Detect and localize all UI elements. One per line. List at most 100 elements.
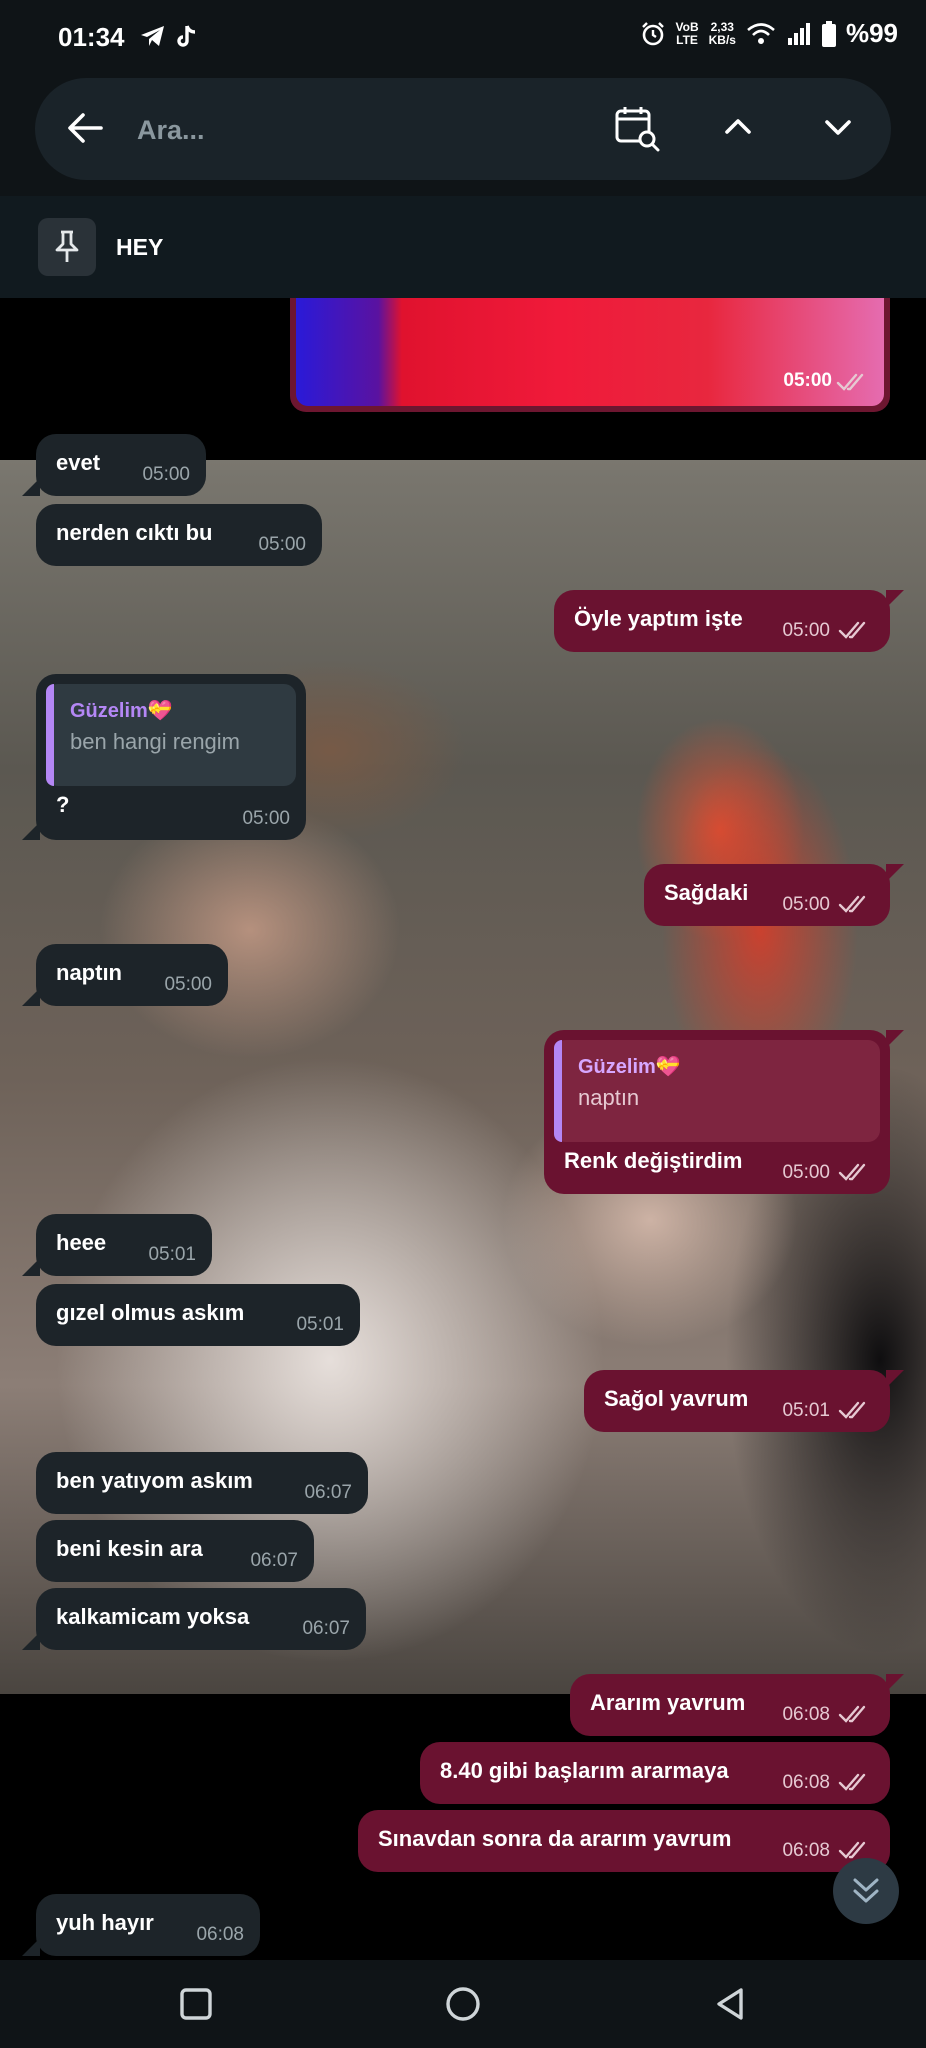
message-text: Sağol yavrum xyxy=(604,1386,749,1411)
message-bubble-incoming[interactable]: naptın 05:00 xyxy=(22,944,228,1006)
reply-quote[interactable]: Güzelim💝 ben hangi rengim xyxy=(46,684,296,786)
message-time: 05:00 xyxy=(782,620,830,641)
search-header xyxy=(0,76,926,196)
pinned-message-text: HEY xyxy=(116,234,164,260)
search-input[interactable] xyxy=(135,106,539,154)
message-bubble-incoming[interactable]: ben yatıyom askım 06:07 xyxy=(36,1452,368,1514)
message-text: ? xyxy=(56,792,70,817)
message-bubble-outgoing[interactable]: Sağdaki 05:00 xyxy=(644,864,904,926)
message-time: 05:00 xyxy=(782,894,830,915)
message-bubble-outgoing-reply[interactable]: Güzelim💝 naptın Renk değiştirdim 05:00 xyxy=(544,1030,904,1194)
double-check-icon xyxy=(838,1705,866,1723)
pin-icon xyxy=(55,230,79,262)
tiktok-icon xyxy=(177,25,196,47)
battery-icon xyxy=(821,20,836,47)
message-time: 05:01 xyxy=(296,1314,344,1335)
message-bubble-incoming-reply[interactable]: Güzelim💝 ben hangi rengim ? 05:00 xyxy=(22,674,306,840)
reply-text: naptın xyxy=(578,1085,640,1110)
reply-author: Güzelim💝 xyxy=(70,700,173,722)
chevron-up-icon[interactable] xyxy=(723,112,753,142)
double-check-icon xyxy=(838,1401,866,1419)
message-bubble-outgoing[interactable]: Ararım yavrum 06:08 xyxy=(570,1674,904,1736)
message-time: 05:00 xyxy=(783,370,832,391)
message-text: yuh hayır xyxy=(56,1910,154,1935)
alarm-icon xyxy=(641,21,664,45)
back-button[interactable] xyxy=(670,1960,790,2048)
network-speed: 2,33 KB/s xyxy=(708,19,736,47)
double-check-icon xyxy=(838,621,866,639)
search-bar xyxy=(35,78,891,180)
status-time: 01:34 xyxy=(58,22,125,52)
message-text: nerden cıktı bu xyxy=(56,520,213,545)
pin-button[interactable] xyxy=(38,218,96,276)
message-time: 06:08 xyxy=(196,1924,244,1945)
message-bubble-incoming[interactable]: gızel olmus askım 05:01 xyxy=(36,1284,360,1346)
message-text: Sağdaki xyxy=(664,880,749,905)
message-time: 06:07 xyxy=(302,1618,350,1639)
circle-icon xyxy=(446,1987,480,2021)
reply-quote[interactable]: Güzelim💝 naptın xyxy=(554,1040,880,1142)
message-text: beni kesin ara xyxy=(56,1536,203,1561)
message-bubble-incoming[interactable]: evet 05:00 xyxy=(22,434,206,496)
message-time: 05:00 xyxy=(164,974,212,995)
status-notification-icons xyxy=(140,24,198,50)
message-text: naptın xyxy=(56,960,122,985)
chat-area[interactable]: 05:00 evet 05:00 nerden cıktı bu 05:00 Ö… xyxy=(0,298,926,1960)
message-time: 05:00 xyxy=(782,1162,830,1183)
signal-icon xyxy=(787,22,810,45)
calendar-search-icon[interactable] xyxy=(613,104,661,152)
message-text: 8.40 gibi başlarım ararmaya xyxy=(440,1758,729,1783)
message-time: 05:00 xyxy=(142,464,190,485)
battery-percent: %99 xyxy=(845,18,898,48)
message-time: 06:07 xyxy=(304,1482,352,1503)
message-text: heee xyxy=(56,1230,107,1255)
status-system-icons: VoB LTE 2,33 KB/s %99 xyxy=(640,18,898,49)
message-bubble-incoming[interactable]: nerden cıktı bu 05:00 xyxy=(36,504,322,566)
pinned-message-bar[interactable]: HEY xyxy=(0,196,926,298)
message-time: 06:08 xyxy=(782,1704,830,1725)
status-bar: 01:34 VoB LTE 2,33 KB/s %99 xyxy=(0,0,926,76)
message-bubble-outgoing[interactable]: 8.40 gibi başlarım ararmaya 06:08 xyxy=(420,1742,890,1804)
message-bubble-incoming[interactable]: yuh hayır 06:08 xyxy=(22,1894,260,1956)
message-text: evet xyxy=(56,450,101,475)
message-time: 06:07 xyxy=(250,1550,298,1571)
scroll-down-icon xyxy=(853,1878,879,1903)
double-check-icon xyxy=(836,373,864,391)
chevron-down-icon[interactable] xyxy=(823,112,853,142)
message-text: Sınavdan sonra da ararım yavrum xyxy=(378,1826,732,1851)
message-bubble-incoming[interactable]: kalkamicam yoksa 06:07 xyxy=(22,1588,366,1650)
back-arrow-icon[interactable] xyxy=(65,108,105,148)
message-bubble-incoming[interactable]: heee 05:01 xyxy=(22,1214,212,1276)
message-bubble-outgoing[interactable]: Sağol yavrum 05:01 xyxy=(584,1370,904,1432)
message-bubble-outgoing[interactable]: Öyle yaptım işte 05:00 xyxy=(554,590,904,652)
scroll-to-bottom-button[interactable] xyxy=(833,1858,899,1924)
home-button[interactable] xyxy=(403,1960,523,2048)
message-time: 05:01 xyxy=(148,1244,196,1265)
message-time: 05:00 xyxy=(258,534,306,555)
message-text: Ararım yavrum xyxy=(590,1690,746,1715)
reply-text: ben hangi rengim xyxy=(70,729,241,754)
double-check-icon xyxy=(838,1773,866,1791)
double-check-icon xyxy=(838,1841,866,1859)
message-bubble-outgoing[interactable]: Sınavdan sonra da ararım yavrum 06:08 xyxy=(358,1810,890,1872)
triangle-back-icon xyxy=(717,1988,743,2020)
message-text: Renk değiştirdim xyxy=(564,1148,743,1173)
reply-author: Güzelim💝 xyxy=(578,1056,681,1078)
message-time: 06:08 xyxy=(782,1772,830,1793)
wifi-icon xyxy=(747,22,775,44)
message-text: kalkamicam yoksa xyxy=(56,1604,250,1629)
message-time: 05:00 xyxy=(242,808,290,829)
square-icon xyxy=(180,1988,212,2020)
message-text: gızel olmus askım xyxy=(56,1300,245,1325)
system-navigation-bar xyxy=(0,1960,926,2048)
message-text: Öyle yaptım işte xyxy=(574,606,743,631)
message-time: 05:01 xyxy=(782,1400,830,1421)
volte-indicator: VoB LTE xyxy=(675,19,699,47)
telegram-icon xyxy=(141,26,164,46)
media-image[interactable]: 05:00 xyxy=(296,298,884,406)
message-bubble-incoming[interactable]: beni kesin ara 06:07 xyxy=(36,1520,314,1582)
message-time: 06:08 xyxy=(782,1840,830,1861)
media-message[interactable]: 05:00 xyxy=(290,298,890,412)
double-check-icon xyxy=(838,895,866,913)
recent-apps-button[interactable] xyxy=(136,1960,256,2048)
